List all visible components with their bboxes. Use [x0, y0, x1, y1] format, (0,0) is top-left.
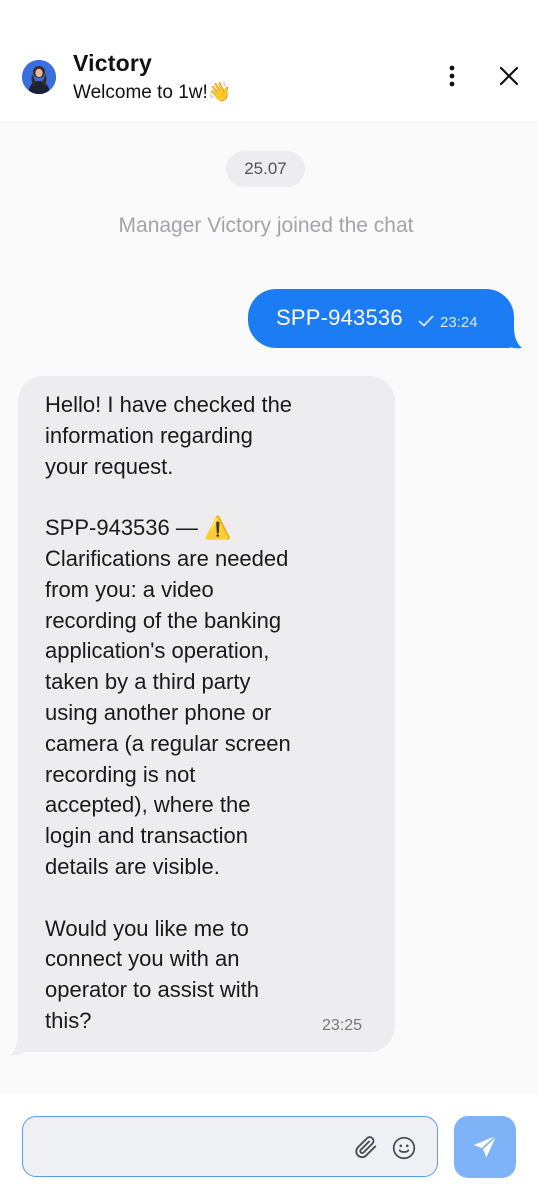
message-composer: [0, 1094, 538, 1200]
chat-title: Victory: [73, 50, 152, 76]
outgoing-message-text: SPP-943536: [276, 305, 403, 330]
chat-header: Victory Welcome to 1w!👋: [0, 0, 538, 123]
send-button[interactable]: [454, 1116, 516, 1178]
check-icon: [418, 315, 434, 327]
outgoing-bubble-tail: [504, 327, 522, 349]
agent-avatar: [22, 60, 56, 94]
chat-subtitle: Welcome to 1w!👋: [73, 82, 232, 103]
close-button[interactable]: [494, 60, 524, 92]
incoming-message-text: Hello! I have checked the information re…: [45, 392, 293, 1033]
more-options-button[interactable]: [438, 60, 466, 92]
date-separator: 25.07: [226, 151, 305, 187]
outgoing-message: SPP-943536 23:24: [248, 289, 522, 349]
close-icon: [500, 67, 518, 85]
incoming-bubble: Hello! I have checked the information re…: [18, 376, 395, 1052]
more-vertical-icon: [449, 65, 455, 87]
incoming-message-time: 23:25: [322, 1017, 363, 1034]
emoji-icon: [392, 1136, 416, 1160]
outgoing-message-time: 23:24: [440, 314, 478, 331]
paperclip-icon: [355, 1136, 377, 1159]
outgoing-bubble: SPP-943536 23:24: [248, 289, 514, 348]
attach-button[interactable]: [353, 1134, 379, 1160]
send-icon: [473, 1135, 497, 1158]
incoming-message: Hello! I have checked the information re…: [10, 376, 395, 1056]
message-input-box[interactable]: [22, 1116, 438, 1177]
message-input[interactable]: [37, 1127, 347, 1167]
chat-messages-area[interactable]: 25.07 Manager Victory joined the chat SP…: [0, 124, 538, 1094]
emoji-button[interactable]: [391, 1135, 417, 1161]
system-message: Manager Victory joined the chat: [118, 214, 414, 237]
avatar-image: [22, 60, 56, 94]
